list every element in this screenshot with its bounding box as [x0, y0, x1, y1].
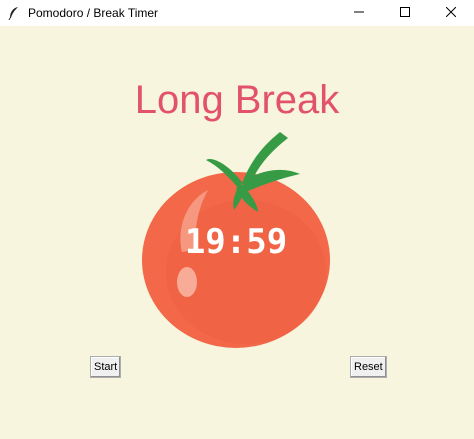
feather-icon	[6, 5, 22, 21]
minimize-icon	[354, 4, 364, 22]
reset-button[interactable]: Reset	[350, 356, 387, 378]
maximize-icon	[400, 4, 410, 22]
timer-canvas: Long Break 19:59 Start Reset	[0, 26, 474, 439]
maximize-button[interactable]	[382, 0, 428, 26]
mode-label: Long Break	[134, 78, 340, 122]
tomato-highlight-dot	[177, 267, 197, 297]
close-icon	[445, 4, 457, 22]
window-title: Pomodoro / Break Timer	[28, 6, 159, 20]
start-button[interactable]: Start	[90, 356, 122, 378]
window-controls	[336, 0, 474, 26]
timer-display: 19:59	[184, 222, 288, 262]
close-button[interactable]	[428, 0, 474, 26]
minimize-button[interactable]	[336, 0, 382, 26]
title-bar[interactable]: Pomodoro / Break Timer	[0, 0, 474, 26]
app-window: Pomodoro / Break Timer Long Break 19:59 …	[0, 0, 474, 439]
